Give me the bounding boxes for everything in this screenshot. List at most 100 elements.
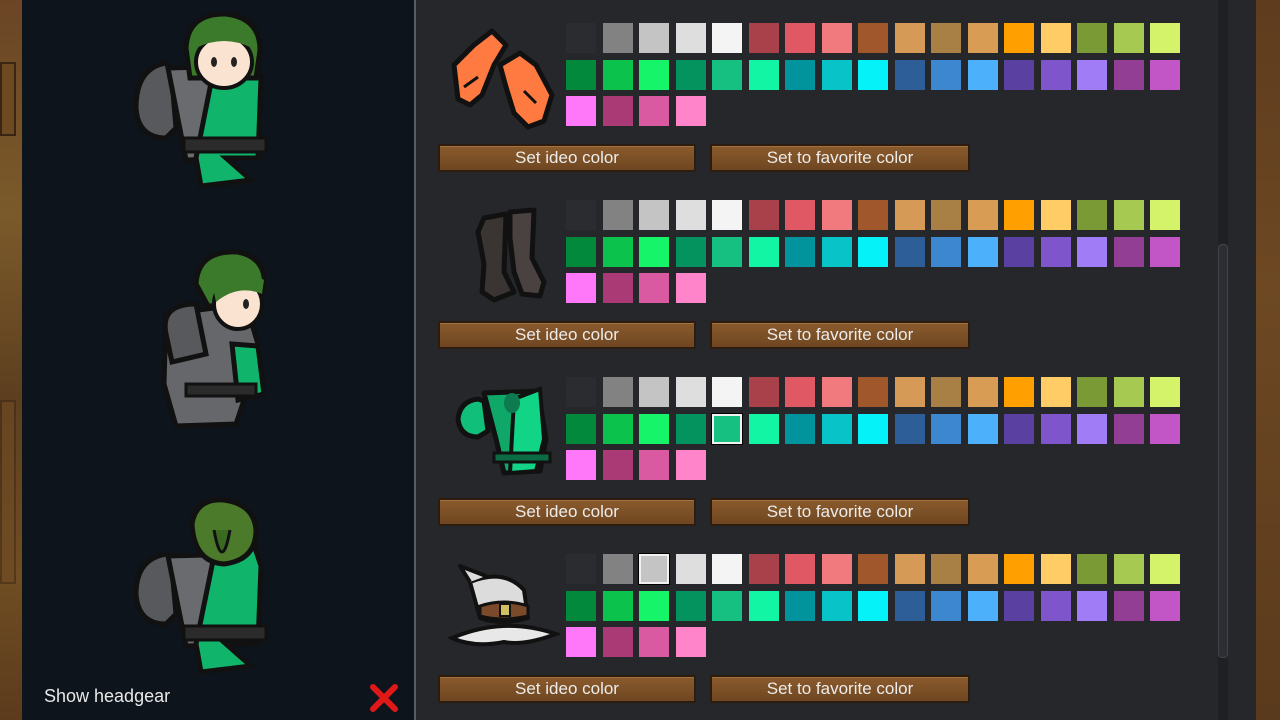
color-swatch[interactable]	[675, 23, 706, 53]
color-swatch[interactable]	[967, 23, 998, 53]
color-swatch[interactable]	[675, 627, 706, 657]
color-swatch[interactable]	[675, 200, 706, 230]
color-swatch[interactable]	[602, 200, 633, 230]
scrollbar-thumb[interactable]	[1218, 244, 1228, 658]
color-swatch[interactable]	[858, 554, 888, 584]
color-swatch[interactable]	[566, 377, 596, 407]
color-swatch[interactable]	[821, 590, 852, 621]
color-swatch[interactable]	[858, 377, 888, 407]
color-swatch[interactable]	[639, 200, 669, 230]
color-swatch[interactable]	[858, 590, 888, 621]
color-swatch[interactable]	[785, 200, 815, 230]
color-swatch[interactable]	[785, 236, 815, 267]
color-swatch[interactable]	[1150, 377, 1180, 407]
color-swatch[interactable]	[675, 413, 706, 444]
color-swatch[interactable]	[748, 590, 779, 621]
color-swatch[interactable]	[1040, 413, 1071, 444]
color-swatch[interactable]	[858, 413, 888, 444]
color-swatch[interactable]	[821, 413, 852, 444]
color-swatch[interactable]	[1004, 377, 1034, 407]
color-swatch[interactable]	[1150, 200, 1180, 230]
color-swatch[interactable]	[1113, 23, 1144, 53]
color-swatch[interactable]	[748, 554, 779, 584]
color-swatch[interactable]	[1150, 413, 1180, 444]
color-swatch[interactable]	[638, 553, 670, 585]
color-swatch[interactable]	[821, 236, 852, 267]
color-swatch[interactable]	[1004, 200, 1034, 230]
color-swatch[interactable]	[967, 413, 998, 444]
color-swatch[interactable]	[1004, 236, 1034, 267]
color-swatch[interactable]	[894, 236, 925, 267]
color-swatch[interactable]	[712, 554, 742, 584]
color-swatch[interactable]	[1113, 236, 1144, 267]
set-favorite-color-button[interactable]: Set to favorite color	[710, 144, 970, 172]
color-swatch[interactable]	[967, 236, 998, 267]
color-swatch[interactable]	[566, 590, 596, 621]
color-swatch[interactable]	[1040, 377, 1071, 407]
color-swatch[interactable]	[748, 200, 779, 230]
color-swatch[interactable]	[602, 554, 633, 584]
color-swatch[interactable]	[748, 413, 779, 444]
color-swatch[interactable]	[675, 590, 706, 621]
color-swatch[interactable]	[602, 627, 633, 657]
color-swatch[interactable]	[675, 96, 706, 126]
color-swatch[interactable]	[821, 200, 852, 230]
color-swatch[interactable]	[1113, 554, 1144, 584]
color-swatch[interactable]	[1040, 23, 1071, 53]
color-swatch[interactable]	[748, 23, 779, 53]
color-swatch[interactable]	[1077, 377, 1107, 407]
color-swatch[interactable]	[1077, 554, 1107, 584]
color-swatch[interactable]	[1004, 23, 1034, 53]
show-headgear-label[interactable]: Show headgear	[44, 686, 170, 707]
color-swatch[interactable]	[931, 23, 961, 53]
color-swatch[interactable]	[1040, 59, 1071, 90]
color-swatch[interactable]	[1040, 200, 1071, 230]
color-swatch[interactable]	[1040, 236, 1071, 267]
color-swatch[interactable]	[675, 554, 706, 584]
color-swatch[interactable]	[602, 450, 633, 480]
color-swatch[interactable]	[566, 627, 596, 657]
color-swatch[interactable]	[566, 273, 596, 303]
set-favorite-color-button[interactable]: Set to favorite color	[710, 498, 970, 526]
color-swatch[interactable]	[602, 590, 633, 621]
color-swatch[interactable]	[821, 554, 852, 584]
set-ideo-color-button[interactable]: Set ideo color	[438, 144, 696, 172]
color-swatch[interactable]	[602, 413, 633, 444]
color-swatch[interactable]	[602, 23, 633, 53]
color-swatch[interactable]	[1150, 590, 1180, 621]
color-swatch[interactable]	[675, 377, 706, 407]
color-swatch[interactable]	[931, 200, 961, 230]
color-swatch[interactable]	[785, 377, 815, 407]
set-favorite-color-button[interactable]: Set to favorite color	[710, 675, 970, 703]
color-swatch[interactable]	[967, 59, 998, 90]
color-swatch[interactable]	[894, 377, 925, 407]
color-swatch[interactable]	[1150, 236, 1180, 267]
color-swatch[interactable]	[712, 23, 742, 53]
color-swatch[interactable]	[894, 59, 925, 90]
color-swatch[interactable]	[1077, 23, 1107, 53]
color-swatch[interactable]	[1040, 590, 1071, 621]
color-swatch[interactable]	[894, 23, 925, 53]
color-swatch[interactable]	[602, 273, 633, 303]
color-swatch[interactable]	[675, 450, 706, 480]
set-ideo-color-button[interactable]: Set ideo color	[438, 498, 696, 526]
color-swatch[interactable]	[785, 23, 815, 53]
color-swatch[interactable]	[712, 59, 742, 90]
color-swatch[interactable]	[1113, 200, 1144, 230]
color-swatch[interactable]	[967, 590, 998, 621]
color-swatch[interactable]	[1040, 554, 1071, 584]
color-swatch[interactable]	[1113, 377, 1144, 407]
color-swatch[interactable]	[639, 627, 669, 657]
color-swatch[interactable]	[931, 413, 961, 444]
color-swatch[interactable]	[858, 200, 888, 230]
color-swatch[interactable]	[858, 59, 888, 90]
color-swatch[interactable]	[712, 236, 742, 267]
color-swatch[interactable]	[894, 554, 925, 584]
set-ideo-color-button[interactable]: Set ideo color	[438, 675, 696, 703]
color-swatch[interactable]	[639, 590, 669, 621]
color-swatch[interactable]	[1004, 554, 1034, 584]
color-swatch[interactable]	[748, 59, 779, 90]
color-swatch[interactable]	[894, 590, 925, 621]
color-swatch[interactable]	[821, 59, 852, 90]
color-swatch[interactable]	[785, 590, 815, 621]
